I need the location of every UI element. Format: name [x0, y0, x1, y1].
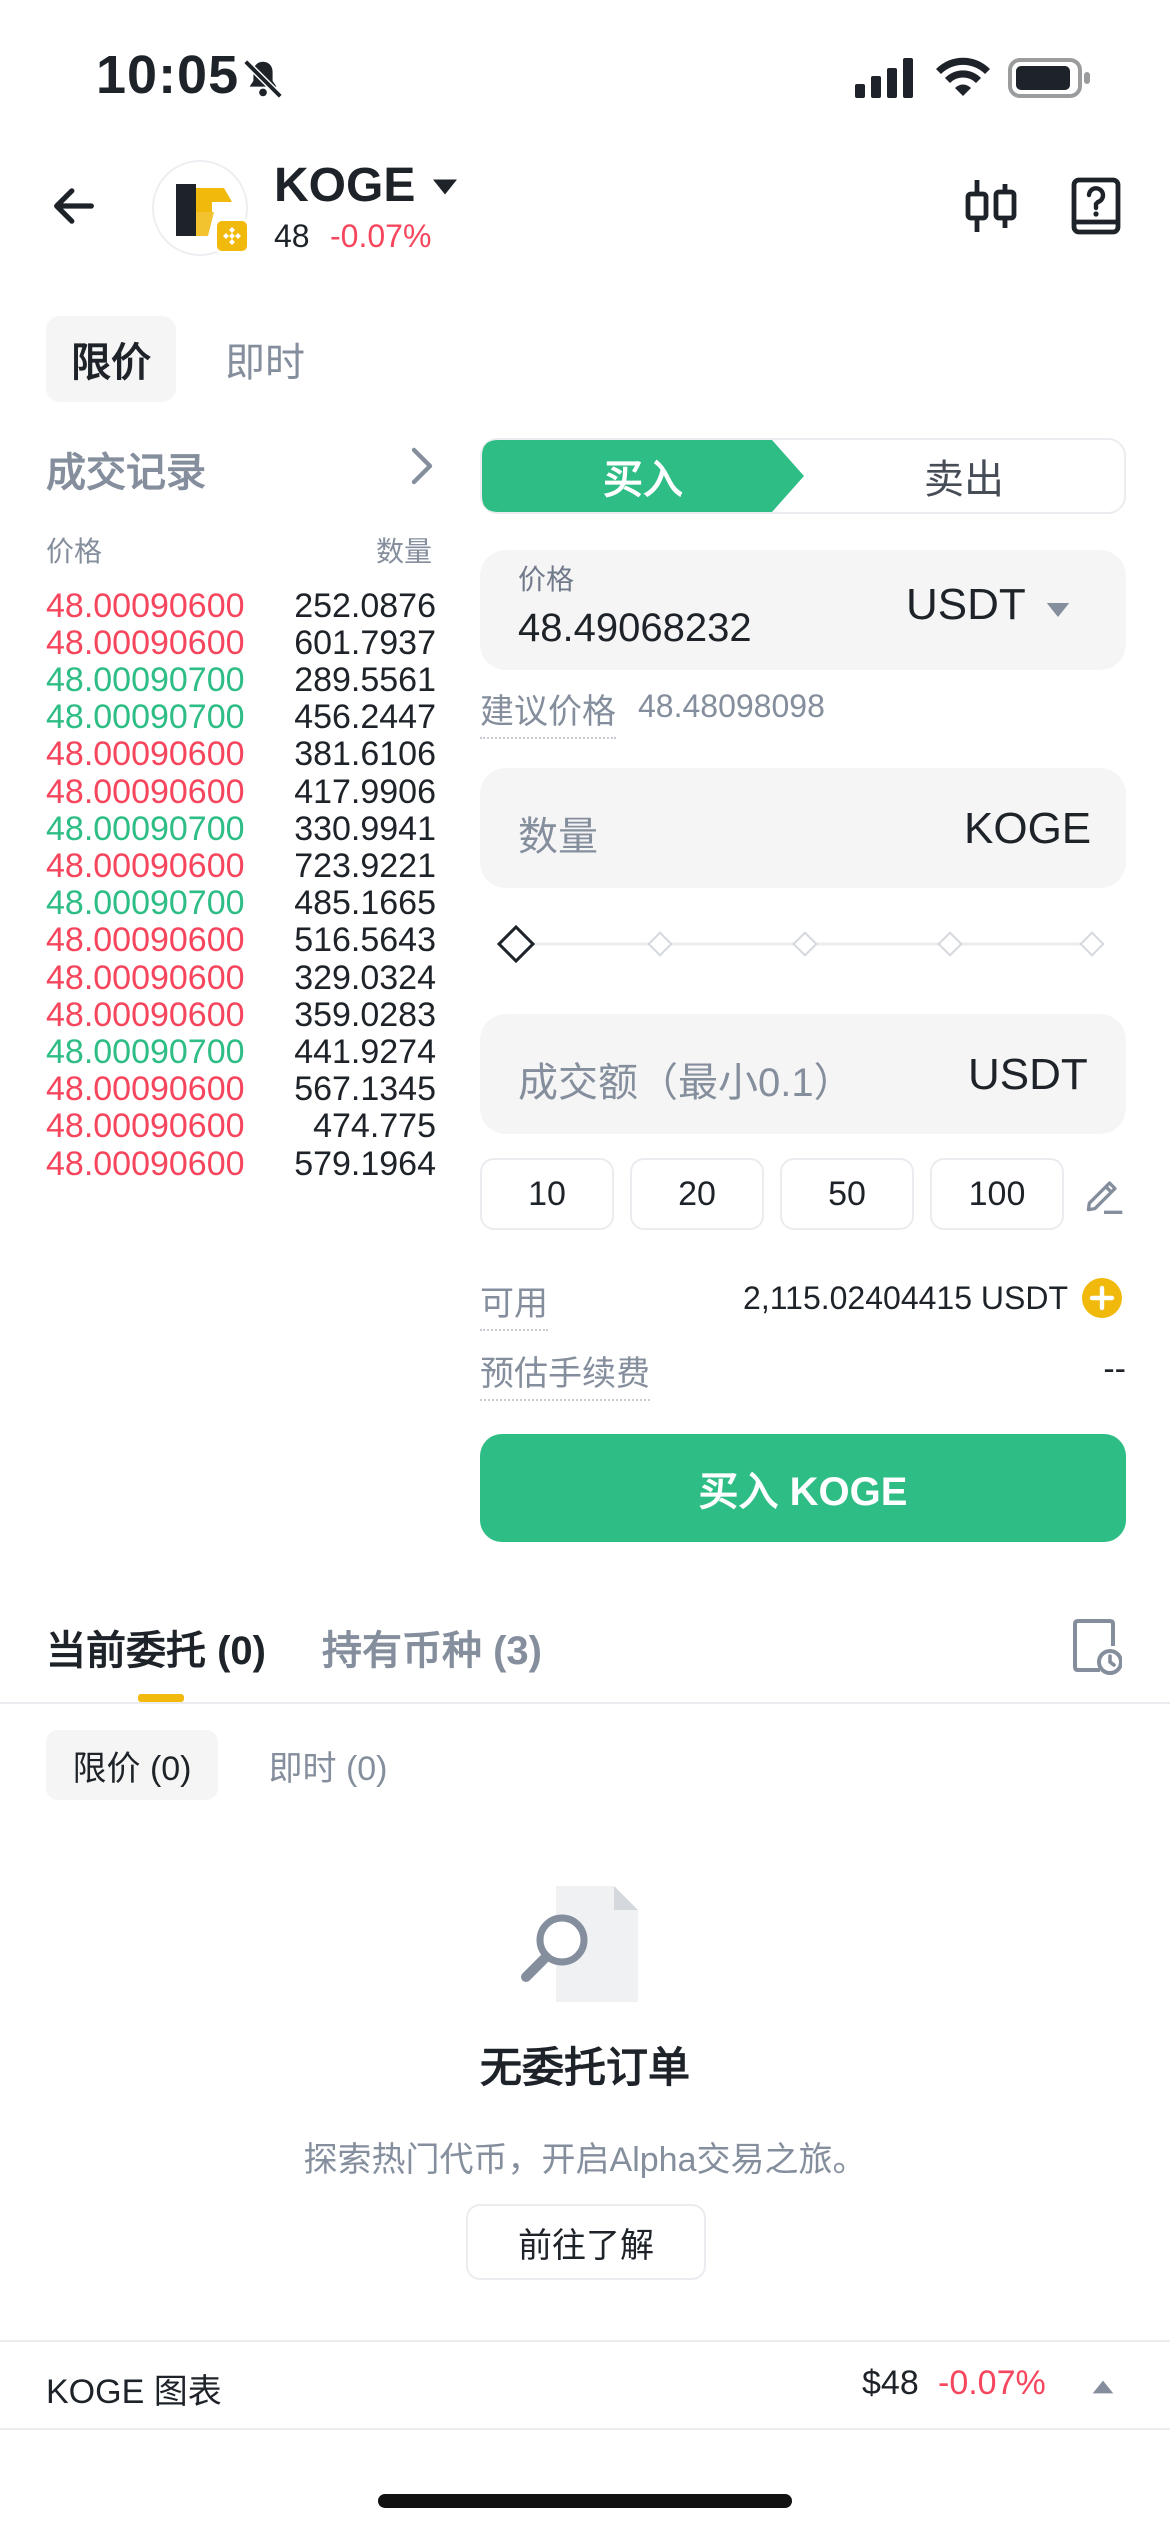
- estimated-fee-label[interactable]: 预估手续费: [480, 1346, 650, 1401]
- cellular-signal-icon: [855, 58, 913, 98]
- order-history-icon[interactable]: [1072, 1618, 1122, 1676]
- preset-100-button[interactable]: 100: [930, 1158, 1064, 1230]
- subtab-limit-orders[interactable]: 限价 (0): [46, 1730, 218, 1800]
- footer-change: -0.07%: [938, 2364, 1046, 2402]
- slider-mark-50: [792, 931, 818, 957]
- slider-mark-100: [1079, 931, 1104, 957]
- add-funds-icon[interactable]: [1082, 1278, 1122, 1318]
- total-amount-placeholder: 成交额（最小0.1）: [518, 1061, 854, 1105]
- tab-open-orders[interactable]: 当前委托 (0): [46, 1618, 266, 1676]
- tab-holdings[interactable]: 持有币种 (3): [322, 1618, 542, 1676]
- quantity-placeholder: 数量: [518, 815, 598, 859]
- available-label[interactable]: 可用: [480, 1276, 548, 1331]
- active-tab-indicator: [138, 1694, 184, 1702]
- price-field-label: 价格: [518, 564, 575, 595]
- quantity-unit: KOGE: [964, 804, 1092, 853]
- divider: [0, 1702, 1170, 1704]
- back-arrow-icon[interactable]: [48, 180, 100, 232]
- empty-state-title: 无委托订单: [479, 2044, 690, 2091]
- tab-buy[interactable]: 买入: [482, 440, 804, 512]
- qty-column-header: 数量: [376, 536, 433, 567]
- token-name[interactable]: KOGE: [274, 158, 415, 213]
- amount-slider[interactable]: [494, 924, 1104, 964]
- bell-muted-icon: [243, 59, 283, 99]
- token-change: -0.07%: [330, 218, 432, 254]
- preset-20-button[interactable]: 20: [630, 1158, 764, 1230]
- caret-up-icon[interactable]: [1090, 2378, 1116, 2396]
- divider: [0, 2340, 1170, 2342]
- suggested-price-value[interactable]: 48.48098098: [638, 688, 825, 725]
- total-amount-unit: USDT: [968, 1050, 1088, 1099]
- price-column-header: 价格: [46, 536, 103, 567]
- slider-mark-75: [937, 931, 963, 957]
- tab-limit[interactable]: 限价: [46, 316, 176, 402]
- status-time: 10:05: [96, 45, 240, 105]
- estimated-fee-value: --: [1103, 1350, 1126, 1388]
- available-balance: 2,115.02404415 USDT: [743, 1280, 1068, 1316]
- wifi-icon: [936, 57, 990, 96]
- suggested-price-label[interactable]: 建议价格: [480, 684, 616, 739]
- trade-quantity: 579.1964: [294, 1144, 436, 1183]
- chain-badge-icon: [214, 218, 250, 254]
- divider: [0, 2428, 1170, 2430]
- buy-submit-button[interactable]: 买入 KOGE: [480, 1434, 1126, 1542]
- price-unit-select[interactable]: USDT: [906, 580, 1026, 630]
- trade-row: 48.00090600 579.1964: [46, 1134, 436, 1194]
- no-orders-search-icon: [521, 1886, 638, 2002]
- home-indicator[interactable]: [378, 2494, 792, 2508]
- chart-drawer-label[interactable]: KOGE 图表: [46, 2364, 222, 2413]
- footer-price: $48: [862, 2364, 919, 2402]
- trades-title[interactable]: 成交记录: [46, 440, 206, 498]
- slider-mark-25: [647, 931, 673, 957]
- edit-pencil-icon[interactable]: [1082, 1172, 1126, 1216]
- tab-instant[interactable]: 即时: [200, 316, 330, 402]
- caret-down-icon[interactable]: [1044, 600, 1072, 620]
- battery-icon: [1008, 58, 1090, 98]
- empty-state-description: 探索热门代币，开启Alpha交易之旅。: [303, 2141, 867, 2179]
- slider-handle: [496, 924, 536, 964]
- subtab-instant-orders[interactable]: 即时 (0): [248, 1730, 408, 1800]
- candlestick-chart-icon[interactable]: [963, 176, 1019, 236]
- chevron-right-icon[interactable]: [408, 446, 436, 486]
- price-field-value[interactable]: 48.49068232: [518, 606, 752, 651]
- preset-50-button[interactable]: 50: [780, 1158, 914, 1230]
- token-price: 48: [274, 218, 310, 254]
- trade-price: 48.00090600: [46, 1144, 245, 1183]
- preset-10-button[interactable]: 10: [480, 1158, 614, 1230]
- learn-more-button[interactable]: 前往了解: [466, 2204, 706, 2280]
- help-book-icon[interactable]: [1070, 176, 1122, 236]
- caret-down-icon[interactable]: [430, 176, 460, 198]
- tab-sell[interactable]: 卖出: [804, 440, 1124, 512]
